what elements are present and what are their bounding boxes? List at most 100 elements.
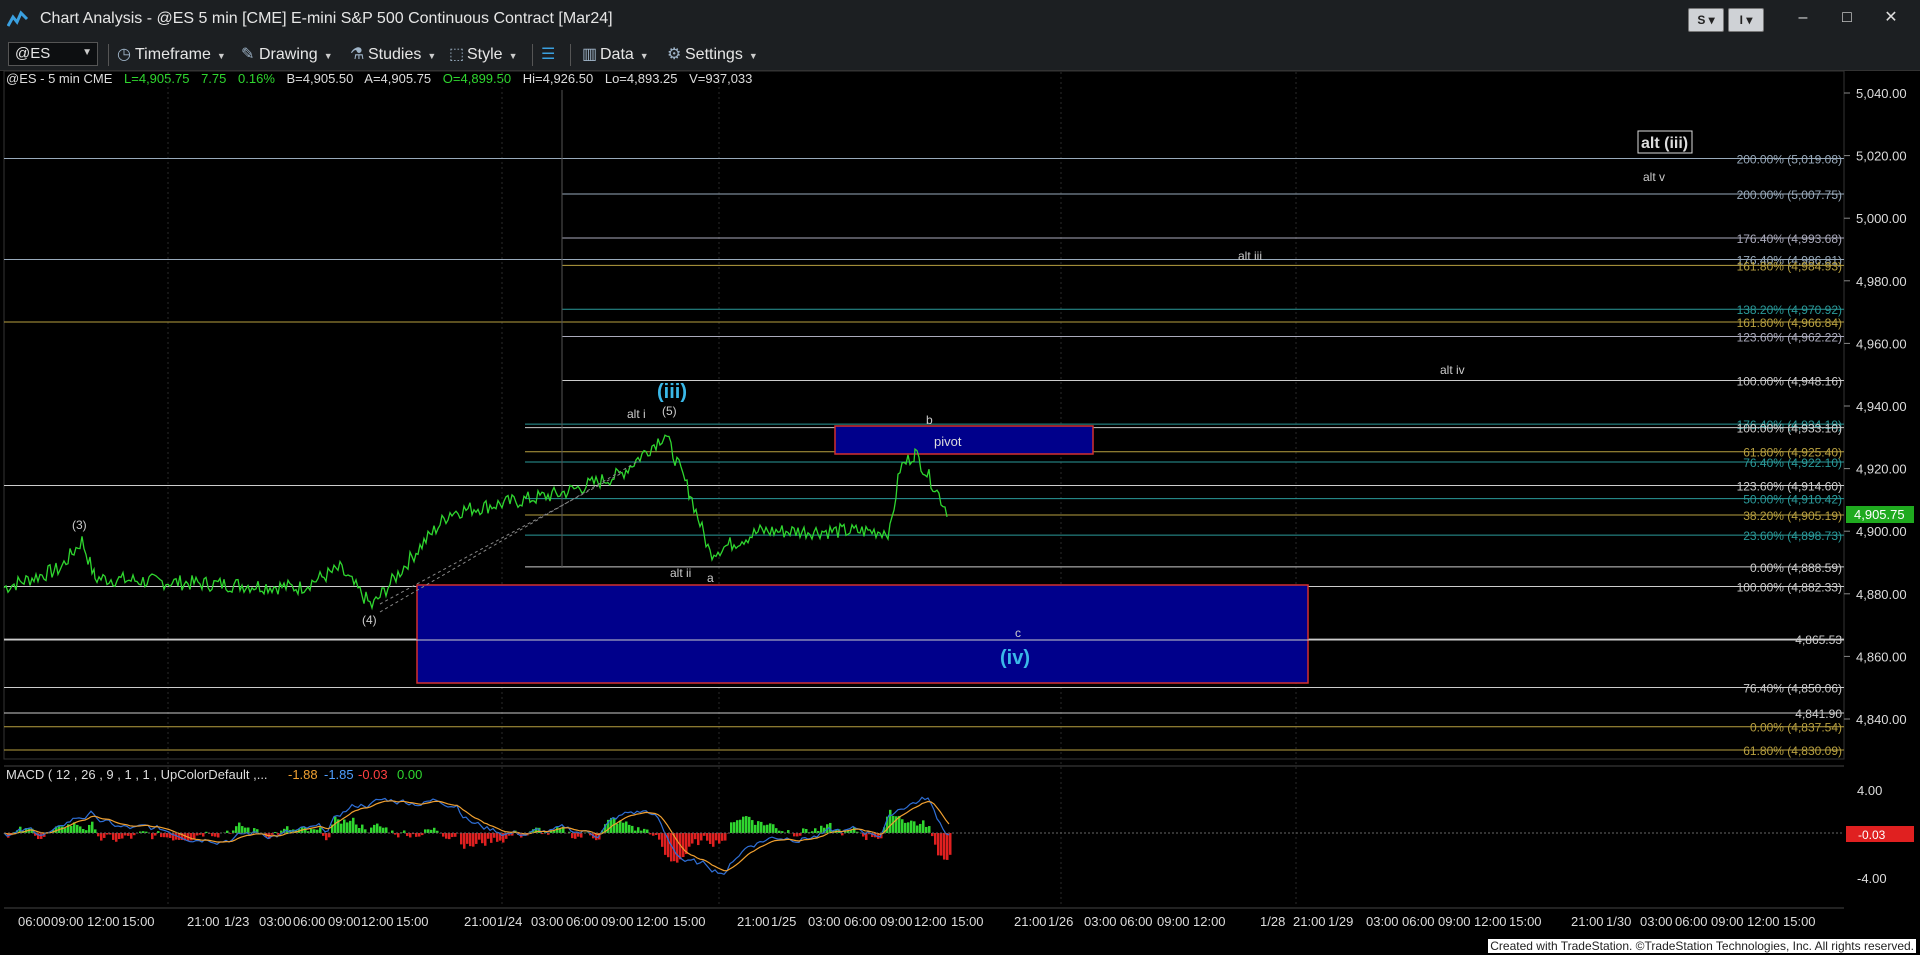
macd-hist-bar (631, 825, 634, 833)
time-tick-label: 06:00 (18, 914, 51, 929)
clock-icon: ◷ (117, 46, 131, 63)
fib-label: 50.00% (4,910.42) (1743, 493, 1842, 507)
time-tick-label: 03:00 (259, 914, 292, 929)
macd-hist-bar (319, 827, 322, 833)
data-menu[interactable]: ▥ Data ▼ (582, 44, 649, 64)
macd-hist-bar (706, 833, 709, 841)
macd-hist-bar (163, 833, 166, 838)
macd-hist-bar (121, 833, 124, 839)
i-button[interactable]: I ▾ (1728, 8, 1764, 32)
symbol-input[interactable]: @ES ▼ (8, 42, 98, 66)
style-menu[interactable]: ⬚ Style ▼ (449, 44, 518, 64)
studies-menu[interactable]: ⚗ Studies ▼ (350, 44, 436, 64)
macd-hist-bar (118, 833, 121, 840)
macd-hist-bar (364, 829, 367, 833)
wave-iv-target-box[interactable] (416, 584, 1309, 684)
time-tick-label: 06:00 (1402, 914, 1435, 929)
close-button[interactable]: ✕ (1876, 4, 1906, 32)
alt-iii-boxed-label: alt (iii) (1641, 135, 1688, 152)
fib-label: 161.80% (4,984.93) (1737, 259, 1842, 273)
timeframe-menu[interactable]: ◷ Timeframe ▼ (117, 44, 226, 64)
macd-hist-bar (40, 833, 43, 839)
macd-hist-bar (940, 833, 943, 856)
flask-icon: ⚗ (350, 46, 365, 63)
macd-hist-bar (628, 824, 631, 833)
macd-hist-bar (733, 822, 736, 833)
macd-hist-bar (490, 833, 493, 843)
macd-hist-bar (907, 822, 910, 833)
fib-label: 176.40% (4,993.68) (1737, 232, 1842, 246)
macd-hist-bar (676, 833, 679, 863)
time-tick-label: 15:00 (122, 914, 155, 929)
macd-hist-bar (760, 821, 763, 833)
macd-hist-bar (361, 824, 364, 833)
macd-hist-bar (478, 833, 481, 840)
time-tick-label: 03:00 (1084, 914, 1117, 929)
app-logo-icon (7, 10, 29, 27)
pivot-box[interactable] (834, 425, 1094, 455)
macd-hist-bar (193, 833, 196, 839)
price-tick-label: 4,980.00 (1856, 274, 1907, 289)
macd-hist-bar (370, 827, 373, 833)
macd-hist-bar (724, 833, 727, 841)
macd-hist-bar (496, 833, 499, 842)
macd-hist-bar (247, 827, 250, 833)
fib-label: 123.60% (4,914.60) (1737, 480, 1842, 494)
alt-iii-label: alt iii (1238, 249, 1262, 263)
time-tick-label: 03:00 (1640, 914, 1673, 929)
macd-hist-bar (112, 833, 115, 840)
time-tick-label: 03:00 (1366, 914, 1399, 929)
time-tick-label: 12:00 (914, 914, 947, 929)
price-tick-label: 4,900.00 (1856, 524, 1907, 539)
time-tick-label: 09:00 (51, 914, 84, 929)
fib-label: 200.00% (5,019.08) (1737, 152, 1842, 166)
macd-hist-bar (904, 822, 907, 833)
wave-3-label: (3) (72, 518, 87, 532)
settings-menu[interactable]: ⚙ Settings ▼ (667, 44, 758, 64)
minimize-button[interactable]: – (1788, 4, 1818, 32)
time-tick-label: 21:00 (1293, 914, 1326, 929)
time-tick-label: 21:00 (187, 914, 220, 929)
layout-button[interactable]: ☰ (541, 44, 559, 64)
macd-hist-bar (100, 833, 103, 841)
macd-hist-bar (793, 833, 796, 837)
drawing-menu[interactable]: ✎ Drawing ▼ (241, 44, 333, 64)
time-tick-label: 03:00 (808, 914, 841, 929)
macd-hist-bar (202, 833, 205, 837)
time-tick-label: 09:00 (1438, 914, 1471, 929)
macd-hist-bar (616, 823, 619, 833)
macd-hist-bar (487, 833, 490, 839)
time-tick-label: 21:00 (464, 914, 497, 929)
wave-c-label: c (1015, 626, 1021, 640)
macd-hist-bar (475, 833, 478, 844)
chart-canvas[interactable]: 5,040.00 5,020.00 5,000.00 4,980.00 4,960.00… (0, 70, 1920, 939)
footer-credit: Created with TradeStation. ©TradeStation… (1488, 939, 1916, 953)
wave-4-label: (4) (362, 613, 377, 627)
macd-hist-bar (151, 833, 154, 840)
macd-hist-bar (688, 833, 691, 847)
fib-label: 0.00% (4,888.59) (1750, 561, 1842, 575)
macd-hist-bar (622, 822, 625, 833)
macd-hist-bar (730, 822, 733, 833)
time-tick-label: 06:00 (566, 914, 599, 929)
macd-hist-bar (61, 826, 64, 833)
price-tick-label: 5,020.00 (1856, 149, 1907, 164)
time-tick-label: 1/25 (771, 914, 796, 929)
maximize-button[interactable]: □ (1832, 4, 1862, 32)
macd-hist-bar (352, 817, 355, 833)
time-tick-label: 12:00 (636, 914, 669, 929)
macd-hist-bar (700, 833, 703, 841)
macd-hist-bar (160, 833, 163, 838)
window-title: Chart Analysis - @ES 5 min [CME] E-mini … (40, 10, 613, 27)
time-tick-label: 21:00 (1571, 914, 1604, 929)
macd-hist-bar (796, 833, 799, 837)
macd-hist-bar (820, 825, 823, 833)
macd-hist-bar (451, 833, 454, 838)
fib-label: 23.60% (4,898.73) (1743, 529, 1842, 543)
macd-hist-bar (775, 828, 778, 833)
pivot-label: pivot (934, 434, 962, 449)
s-button[interactable]: S ▾ (1688, 8, 1724, 32)
time-axis: 06:00 09:00 12:00 15:00 21:00 1/23 03:00 06:00 0… (18, 914, 1816, 929)
title-bar: Chart Analysis - @ES 5 min [CME] E-mini … (0, 0, 1920, 38)
macd-hist-bar (214, 833, 217, 837)
